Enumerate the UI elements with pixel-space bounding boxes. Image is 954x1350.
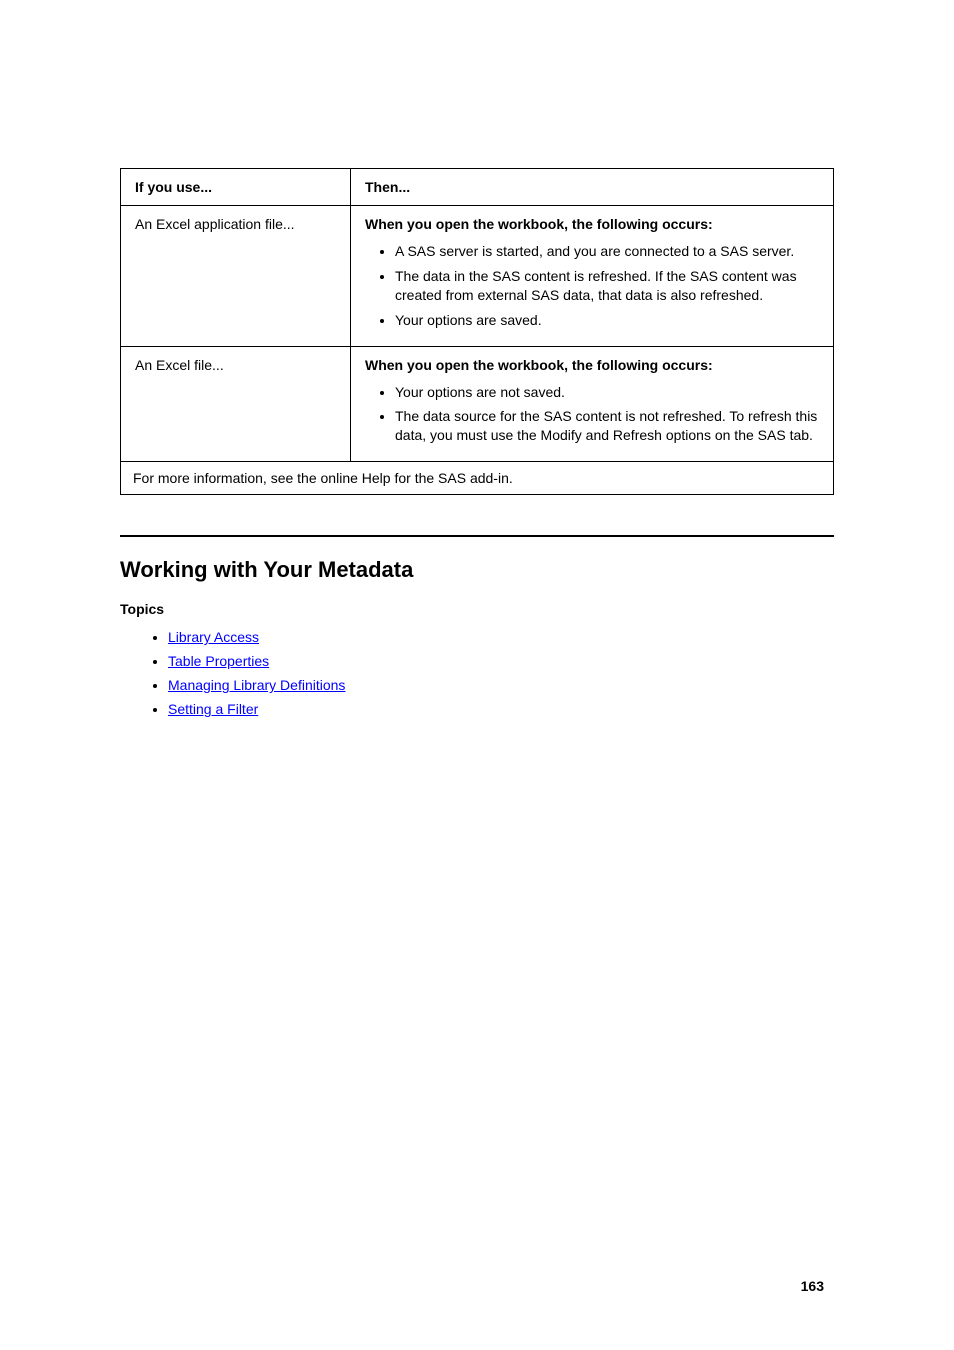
topics-list: Library Access Table Properties Managing…: [120, 629, 834, 717]
cell-result-title: When you open the workbook, the followin…: [365, 216, 821, 232]
table-header-if: If you use...: [121, 169, 351, 206]
cell-result-list: A SAS server is started, and you are con…: [365, 242, 821, 330]
cell-result: When you open the workbook, the followin…: [351, 206, 834, 347]
cell-result-title: When you open the workbook, the followin…: [365, 357, 821, 373]
cell-result: When you open the workbook, the followin…: [351, 346, 834, 462]
cell-condition: An Excel application file...: [121, 206, 351, 347]
page-number: 163: [801, 1278, 824, 1294]
list-item: Setting a Filter: [168, 701, 834, 717]
section-divider: [120, 535, 834, 537]
conditions-table: If you use... Then... An Excel applicati…: [120, 168, 834, 495]
table-header-then: Then...: [351, 169, 834, 206]
topics-heading: Topics: [120, 601, 834, 617]
cell-result-list: Your options are not saved. The data sou…: [365, 383, 821, 446]
list-item: Your options are not saved.: [395, 383, 821, 402]
list-item: Library Access: [168, 629, 834, 645]
topic-link-managing-library-definitions[interactable]: Managing Library Definitions: [168, 677, 345, 693]
list-item: Table Properties: [168, 653, 834, 669]
list-item: Your options are saved.: [395, 311, 821, 330]
topic-link-library-access[interactable]: Library Access: [168, 629, 259, 645]
list-item: The data in the SAS content is refreshed…: [395, 267, 821, 305]
table-row: An Excel file... When you open the workb…: [121, 346, 834, 462]
table-row-footer: For more information, see the online Hel…: [121, 462, 834, 495]
table-footer-text: For more information, see the online Hel…: [121, 462, 834, 495]
table-row: An Excel application file... When you op…: [121, 206, 834, 347]
topic-link-setting-a-filter[interactable]: Setting a Filter: [168, 701, 258, 717]
topic-link-table-properties[interactable]: Table Properties: [168, 653, 269, 669]
list-item: Managing Library Definitions: [168, 677, 834, 693]
list-item: A SAS server is started, and you are con…: [395, 242, 821, 261]
cell-condition: An Excel file...: [121, 346, 351, 462]
list-item: The data source for the SAS content is n…: [395, 407, 821, 445]
section-title: Working with Your Metadata: [120, 557, 834, 583]
